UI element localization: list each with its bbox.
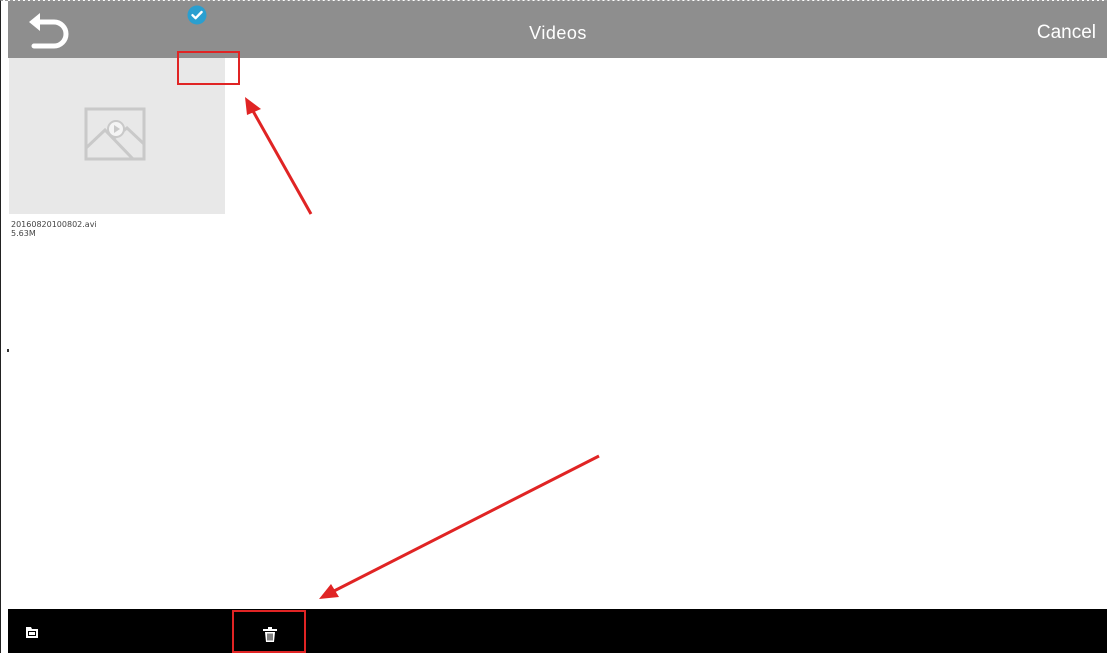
edge-marker [7,349,9,352]
app-window: Videos Cancel 20160820100802.avi 5.63M [0,0,1107,653]
video-item[interactable]: 20160820100802.avi 5.63M [9,58,225,238]
video-grid: 20160820100802.avi 5.63M [8,58,1107,609]
check-circle-icon[interactable] [187,5,207,25]
folder-icon [26,627,38,638]
trash-icon [263,627,277,642]
selection-highlight-box [177,51,240,85]
page-title: Videos [529,23,587,43]
image-placeholder-icon [84,107,146,161]
title-bar: Videos Cancel [8,1,1107,58]
video-filename: 20160820100802.avi [11,220,97,229]
cancel-button[interactable]: Cancel [1037,1,1096,58]
video-filesize: 5.63M [11,229,36,238]
bottom-toolbar [8,609,1107,653]
delete-button[interactable] [232,610,306,653]
move-to-folder-button[interactable] [25,625,39,639]
